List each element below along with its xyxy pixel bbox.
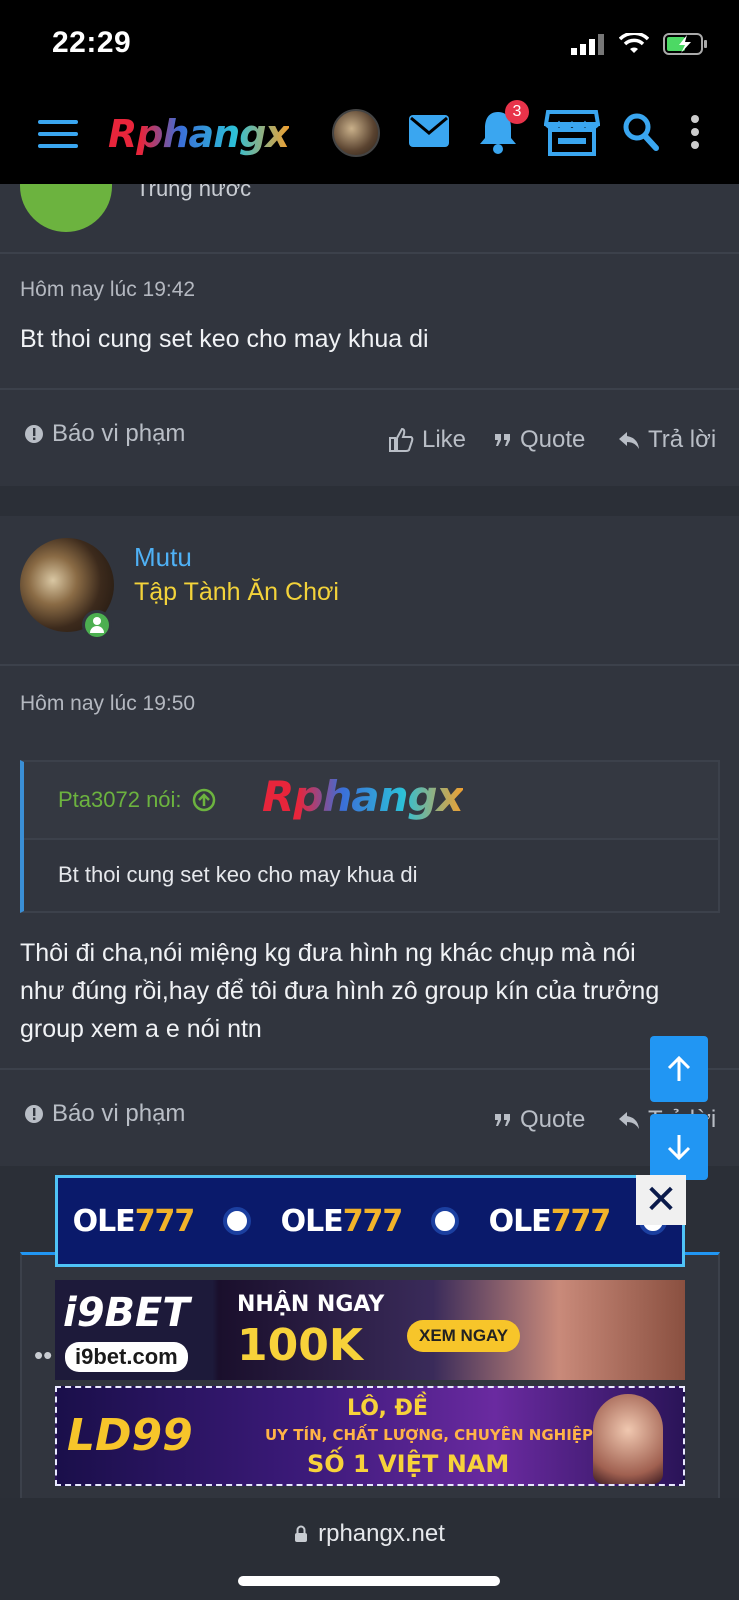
club-badge-icon — [223, 1207, 252, 1235]
quote-author: Pta3072 nói: — [58, 787, 182, 812]
alert-icon — [25, 1105, 43, 1123]
post-gap — [0, 486, 739, 516]
report-button[interactable]: Báo vi phạm — [24, 420, 185, 448]
ad-ld-tagline: UY TÍN, CHẤT LƯỢNG, CHUYÊN NGHIỆP — [265, 1426, 594, 1444]
thumbs-up-icon — [389, 427, 414, 452]
post-timestamp[interactable]: Hôm nay lúc 19:50 — [20, 692, 195, 716]
reply-button[interactable]: Trả lời — [618, 426, 716, 454]
search-icon[interactable] — [622, 112, 660, 152]
post-author-fragment: Trung nước — [0, 184, 739, 252]
ad-ole-text: OLE777 — [488, 1203, 612, 1239]
mail-icon[interactable] — [408, 114, 450, 148]
url-text: rphangx.net — [318, 1520, 445, 1547]
status-icons — [571, 32, 709, 56]
post-author-row: Mutu Tập Tành Ăn Chơi — [0, 516, 739, 664]
like-button[interactable]: Like — [388, 426, 466, 454]
quote-logo-image: Rphangx — [262, 772, 464, 821]
author-title-fragment: Trung nước — [136, 184, 252, 201]
post-message: Thôi đi cha,nói miệng kg đưa hình ng khá… — [20, 934, 659, 1048]
post-message-line: Thôi đi cha,nói miệng kg đưa hình ng khá… — [20, 939, 636, 967]
ad-banner-ole[interactable]: OLE777 OLE777 OLE777 — [55, 1175, 685, 1267]
quote-button[interactable]: Quote — [494, 426, 585, 454]
wifi-icon — [619, 33, 649, 53]
url-display[interactable]: rphangx.net — [0, 1520, 739, 1548]
online-status-icon — [82, 610, 112, 640]
post-message-line: group xem a e nói ntn — [20, 1015, 262, 1043]
ad-ld-subline: SỐ 1 VIỆT NAM — [307, 1450, 510, 1478]
report-button[interactable]: Báo vi phạm — [24, 1100, 185, 1128]
post-actions: Báo vi phạm Quote Trả lời — [0, 1070, 739, 1166]
battery-charging-icon — [663, 33, 707, 55]
home-indicator[interactable] — [238, 1576, 500, 1586]
arrow-up-circle-icon — [192, 788, 215, 812]
ad-banner-i9bet[interactable]: i9BET i9bet.com NHẬN NGAY 100K XEM NGAY — [55, 1280, 685, 1380]
ad-i9bet-site: i9bet.com — [65, 1342, 188, 1372]
status-time: 22:29 — [52, 26, 132, 59]
more-vertical-icon[interactable] — [690, 114, 700, 150]
post-message-line: như đúng rồi,hay để tôi đưa hình zô grou… — [20, 977, 660, 1005]
ad-banner-ld99[interactable]: LD99 LÔ, ĐỀ UY TÍN, CHẤT LƯỢNG, CHUYÊN N… — [55, 1386, 685, 1486]
club-badge-icon — [431, 1207, 460, 1235]
menu-icon[interactable] — [38, 120, 78, 154]
scroll-top-button[interactable] — [650, 1036, 708, 1102]
quote-author-link[interactable]: Pta3072 nói: — [58, 787, 216, 813]
more-options-icon[interactable]: •• — [34, 1340, 52, 1371]
post-body: Hôm nay lúc 19:42 Bt thoi cung set keo c… — [0, 254, 739, 388]
post-timestamp[interactable]: Hôm nay lúc 19:42 — [20, 278, 195, 302]
quote-header: Pta3072 nói: Rphangx — [24, 762, 718, 840]
store-icon[interactable] — [544, 108, 600, 156]
signal-icon — [571, 34, 604, 55]
author-name[interactable]: Mutu — [134, 542, 192, 573]
ad-ole-text: OLE777 — [72, 1203, 196, 1239]
quote-icon — [495, 434, 510, 446]
ad-ole-text: OLE777 — [280, 1203, 404, 1239]
browser-url-bar: rphangx.net — [0, 1498, 739, 1600]
reply-label: Trả lời — [648, 426, 717, 453]
alert-icon — [25, 425, 43, 443]
quote-icon — [495, 1114, 510, 1126]
post-actions: Báo vi phạm Like Quote Trả lời — [0, 390, 739, 486]
ad-i9bet-headline: NHẬN NGAY — [237, 1292, 385, 1317]
ad-i9bet-cta-button[interactable]: XEM NGAY — [407, 1320, 521, 1352]
author-title: Tập Tành Ăn Chơi — [134, 578, 339, 606]
post-message: Bt thoi cung set keo cho may khua di — [20, 325, 429, 353]
ad-i9bet-amount: 100K — [237, 1320, 363, 1371]
site-logo[interactable]: Rphangx — [108, 112, 290, 156]
user-avatar[interactable] — [332, 109, 380, 157]
report-label: Báo vi phạm — [52, 420, 186, 447]
notification-badge: 3 — [505, 100, 529, 124]
reply-icon — [619, 432, 639, 449]
lock-icon — [295, 1525, 308, 1542]
scroll-bottom-button[interactable] — [650, 1114, 708, 1180]
avatar[interactable] — [20, 184, 112, 232]
quote-block: Pta3072 nói: Rphangx Bt thoi cung set ke… — [20, 760, 720, 913]
ad-i9bet-logo: i9BET — [63, 1290, 190, 1336]
quote-label: Quote — [520, 1106, 586, 1133]
ad-ld-logo: LD99 — [67, 1410, 193, 1461]
report-label: Báo vi phạm — [52, 1100, 186, 1127]
ad-close-button[interactable]: ✕ — [636, 1175, 686, 1225]
arrow-up-icon — [667, 1055, 691, 1081]
quote-label: Quote — [520, 426, 586, 453]
ad-ld-headline: LÔ, ĐỀ — [347, 1396, 428, 1421]
quote-text: Bt thoi cung set keo cho may khua di — [58, 862, 418, 887]
top-bar: 22:29 Rphangx — [0, 0, 739, 184]
reply-icon — [619, 1112, 639, 1129]
site-header: Rphangx — [0, 100, 739, 174]
arrow-down-icon — [667, 1135, 691, 1161]
quote-button[interactable]: Quote — [494, 1106, 585, 1134]
ad-ld-model-image — [593, 1394, 663, 1484]
like-label: Like — [422, 426, 467, 453]
